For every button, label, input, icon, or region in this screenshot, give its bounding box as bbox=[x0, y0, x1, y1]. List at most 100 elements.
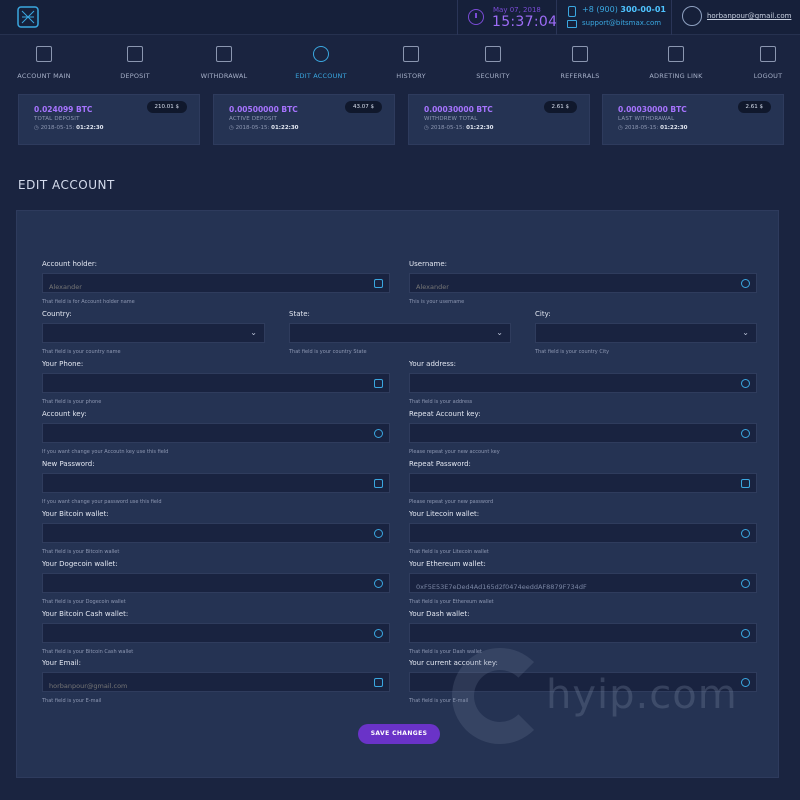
nav-referrals[interactable]: REFERRALS bbox=[557, 36, 603, 88]
nav-logout[interactable]: LOGOUT bbox=[750, 36, 786, 88]
id-card-icon bbox=[374, 279, 383, 288]
car-icon bbox=[374, 678, 383, 687]
dash-wallet-field: Your Dash wallet: That field is your Das… bbox=[409, 610, 757, 655]
stat-card-total-deposit: 0.024099 BTC TOTAL DEPOSIT ◷ 2018-05-15:… bbox=[18, 94, 200, 145]
divider bbox=[671, 0, 672, 35]
repeat-account-key-field: Repeat Account key: Please repeat your n… bbox=[409, 410, 757, 455]
card-label: LAST WITHDRAWAL bbox=[618, 116, 675, 122]
page-title: EDIT ACCOUNT bbox=[18, 178, 115, 192]
card-label: TOTAL DEPOSIT bbox=[34, 116, 80, 122]
phone-field: Your Phone: That field is your phone bbox=[42, 360, 390, 405]
card-timestamp: ◷ 2018-05-15: 01:22:30 bbox=[618, 125, 688, 131]
bitcoin-icon bbox=[374, 629, 383, 638]
key-icon bbox=[741, 429, 750, 438]
nav-edit-account[interactable]: EDIT ACCOUNT bbox=[292, 36, 350, 88]
username-field: Username: This is your username bbox=[409, 260, 757, 305]
state-field: State: ⌄ That field is your country Stat… bbox=[289, 310, 511, 355]
key-icon bbox=[374, 429, 383, 438]
phone-input[interactable] bbox=[43, 378, 389, 396]
country-field: Country: ⌄ That field is your country na… bbox=[42, 310, 265, 355]
nav-adreting-link[interactable]: ADRETING LINK bbox=[646, 36, 706, 88]
users-icon bbox=[572, 46, 588, 62]
nav-withdrawal[interactable]: WITHDRAWAL bbox=[196, 36, 252, 88]
new-password-input[interactable] bbox=[43, 478, 389, 496]
card-label: WITHDREW TOTAL bbox=[424, 116, 478, 122]
chevron-down-icon: ⌄ bbox=[496, 328, 503, 337]
card-amount: 0.024099 BTC bbox=[34, 105, 93, 114]
top-bar: May 07, 2018 15:37:04 +8 (900) 300-00-01… bbox=[0, 0, 800, 35]
main-nav: ACCOUNT MAIN DEPOSIT WITHDRAWAL EDIT ACC… bbox=[0, 36, 800, 88]
card-usd-badge: 210.01 $ bbox=[146, 101, 187, 113]
calendar-icon bbox=[403, 46, 419, 62]
card-usd-badge: 2.61 $ bbox=[543, 101, 577, 113]
card-timestamp: ◷ 2018-05-15: 01:22:30 bbox=[34, 125, 104, 131]
safe-icon bbox=[127, 46, 143, 62]
divider bbox=[457, 0, 458, 35]
bitcoin-wallet-input[interactable] bbox=[43, 528, 389, 546]
header-time: 15:37:04 bbox=[492, 14, 558, 30]
repeat-account-key-input[interactable] bbox=[410, 428, 756, 446]
account-holder-field: Account holder: That field is for Accoun… bbox=[42, 260, 390, 305]
card-label: ACTIVE DEPOSIT bbox=[229, 116, 278, 122]
address-input[interactable] bbox=[410, 378, 756, 396]
bitcoin-wallet-field: Your Bitcoin wallet: That field is your … bbox=[42, 510, 390, 555]
nav-deposit[interactable]: DEPOSIT bbox=[111, 36, 159, 88]
bitcoin-icon bbox=[374, 529, 383, 538]
chevron-down-icon: ⌄ bbox=[250, 328, 257, 337]
state-select[interactable]: ⌄ bbox=[289, 323, 511, 343]
account-key-field: Account key: If you want change your Acc… bbox=[42, 410, 390, 455]
email-field: Your Email: That field is your E-mail bbox=[42, 659, 390, 704]
dash-wallet-input[interactable] bbox=[410, 628, 756, 646]
stat-card-withdrew-total: 0.00030000 BTC WITHDREW TOTAL ◷ 2018-05-… bbox=[408, 94, 590, 145]
home-icon bbox=[36, 46, 52, 62]
link-icon bbox=[668, 46, 684, 62]
litecoin-wallet-input[interactable] bbox=[410, 528, 756, 546]
save-changes-button[interactable]: SAVE CHANGES bbox=[358, 724, 440, 744]
card-usd-badge: 43.07 $ bbox=[345, 101, 382, 113]
card-timestamp: ◷ 2018-05-15: 01:22:30 bbox=[424, 125, 494, 131]
user-avatar-icon[interactable] bbox=[682, 6, 702, 26]
location-icon bbox=[741, 379, 750, 388]
dogecoin-wallet-field: Your Dogecoin wallet: That field is your… bbox=[42, 560, 390, 605]
stat-card-last-withdrawal: 0.00030000 BTC LAST WITHDRAWAL ◷ 2018-05… bbox=[602, 94, 784, 145]
ethereum-wallet-input[interactable] bbox=[410, 578, 756, 596]
card-usd-badge: 2.61 $ bbox=[737, 101, 771, 113]
card-amount: 0.00030000 BTC bbox=[618, 105, 687, 114]
repeat-password-field: Repeat Password: Please repeat your new … bbox=[409, 460, 757, 505]
nav-account-main[interactable]: ACCOUNT MAIN bbox=[14, 36, 74, 88]
email-input[interactable] bbox=[43, 677, 389, 695]
phone-icon bbox=[374, 379, 383, 388]
lock-icon bbox=[741, 479, 750, 488]
ethereum-wallet-field: Your Ethereum wallet: That field is your… bbox=[409, 560, 757, 605]
logo[interactable] bbox=[16, 5, 40, 29]
header-username[interactable]: horbanpour@gmail.com bbox=[707, 12, 791, 20]
logout-icon bbox=[760, 46, 776, 62]
address-field: Your address: That field is your address bbox=[409, 360, 757, 405]
lock-icon bbox=[374, 479, 383, 488]
dogecoin-wallet-input[interactable] bbox=[43, 578, 389, 596]
card-amount: 0.00030000 BTC bbox=[424, 105, 493, 114]
header-date: May 07, 2018 bbox=[493, 6, 541, 14]
header-email[interactable]: support@bitsmax.com bbox=[582, 19, 661, 27]
dash-icon bbox=[741, 629, 750, 638]
mail-icon bbox=[567, 20, 577, 28]
clock-icon bbox=[468, 9, 484, 25]
user-icon bbox=[741, 279, 750, 288]
nav-security[interactable]: SECURITY bbox=[473, 36, 513, 88]
new-password-field: New Password: If you want change your pa… bbox=[42, 460, 390, 505]
city-select[interactable]: ⌄ bbox=[535, 323, 757, 343]
ethereum-icon bbox=[741, 579, 750, 588]
divider bbox=[556, 0, 557, 35]
username-input[interactable] bbox=[410, 278, 756, 296]
bitcoin-cash-wallet-input[interactable] bbox=[43, 628, 389, 646]
litecoin-icon bbox=[741, 529, 750, 538]
account-key-input[interactable] bbox=[43, 428, 389, 446]
header-phone[interactable]: +8 (900) 300-00-01 bbox=[582, 5, 666, 14]
country-select[interactable]: ⌄ bbox=[42, 323, 265, 343]
account-holder-input[interactable] bbox=[43, 278, 389, 296]
chevron-down-icon: ⌄ bbox=[742, 328, 749, 337]
nav-history[interactable]: HISTORY bbox=[391, 36, 431, 88]
repeat-password-input[interactable] bbox=[410, 478, 756, 496]
stat-card-active-deposit: 0.00500000 BTC ACTIVE DEPOSIT ◷ 2018-05-… bbox=[213, 94, 395, 145]
phone-icon bbox=[568, 6, 576, 17]
